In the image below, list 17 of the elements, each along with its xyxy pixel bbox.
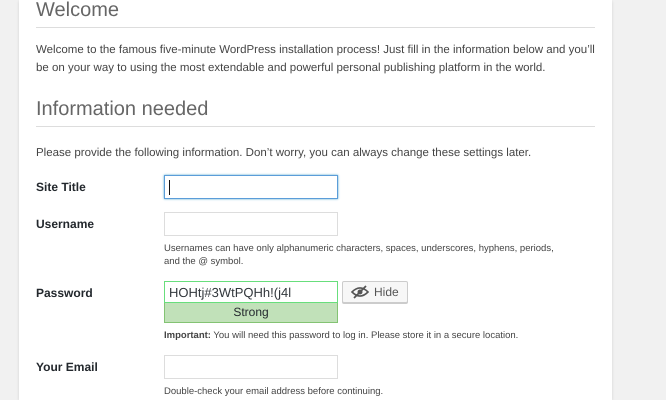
hide-password-button[interactable]: Hide bbox=[342, 281, 408, 303]
field-hint: Usernames can have only alphanumeric characters, spaces, underscores, hyphens, periods, and the @ symbol. bbox=[164, 242, 555, 268]
eye-slash-icon bbox=[351, 285, 369, 299]
password-field[interactable]: HOHtj#3WtPQHh!(j4l bbox=[164, 281, 338, 303]
field-label: Username bbox=[36, 216, 96, 233]
field-hint: Important: You will need this password to log in. Please store it in a secure location. bbox=[164, 329, 520, 342]
section-heading: Information needed bbox=[36, 97, 210, 121]
strength-meter: Strong bbox=[164, 303, 338, 323]
instructions-text: Please provide the following information. Don’t worry, you can always change these settings later. bbox=[36, 146, 532, 161]
field-label: Password bbox=[36, 285, 94, 302]
section-heading: Welcome bbox=[36, 0, 120, 22]
text-cursor bbox=[169, 180, 170, 194]
field-label: Your Email bbox=[36, 359, 99, 376]
field-hint: Double-check your email address before continuing. bbox=[164, 385, 384, 398]
intro-text: Welcome to the famous five-minute WordPress installation process! Just fill in the information below and you’ll be on your way to using the most extendable and powerful personal publishing platform in the world. bbox=[36, 43, 595, 76]
field-label: Site Title bbox=[36, 179, 87, 196]
text-field[interactable] bbox=[164, 175, 338, 199]
